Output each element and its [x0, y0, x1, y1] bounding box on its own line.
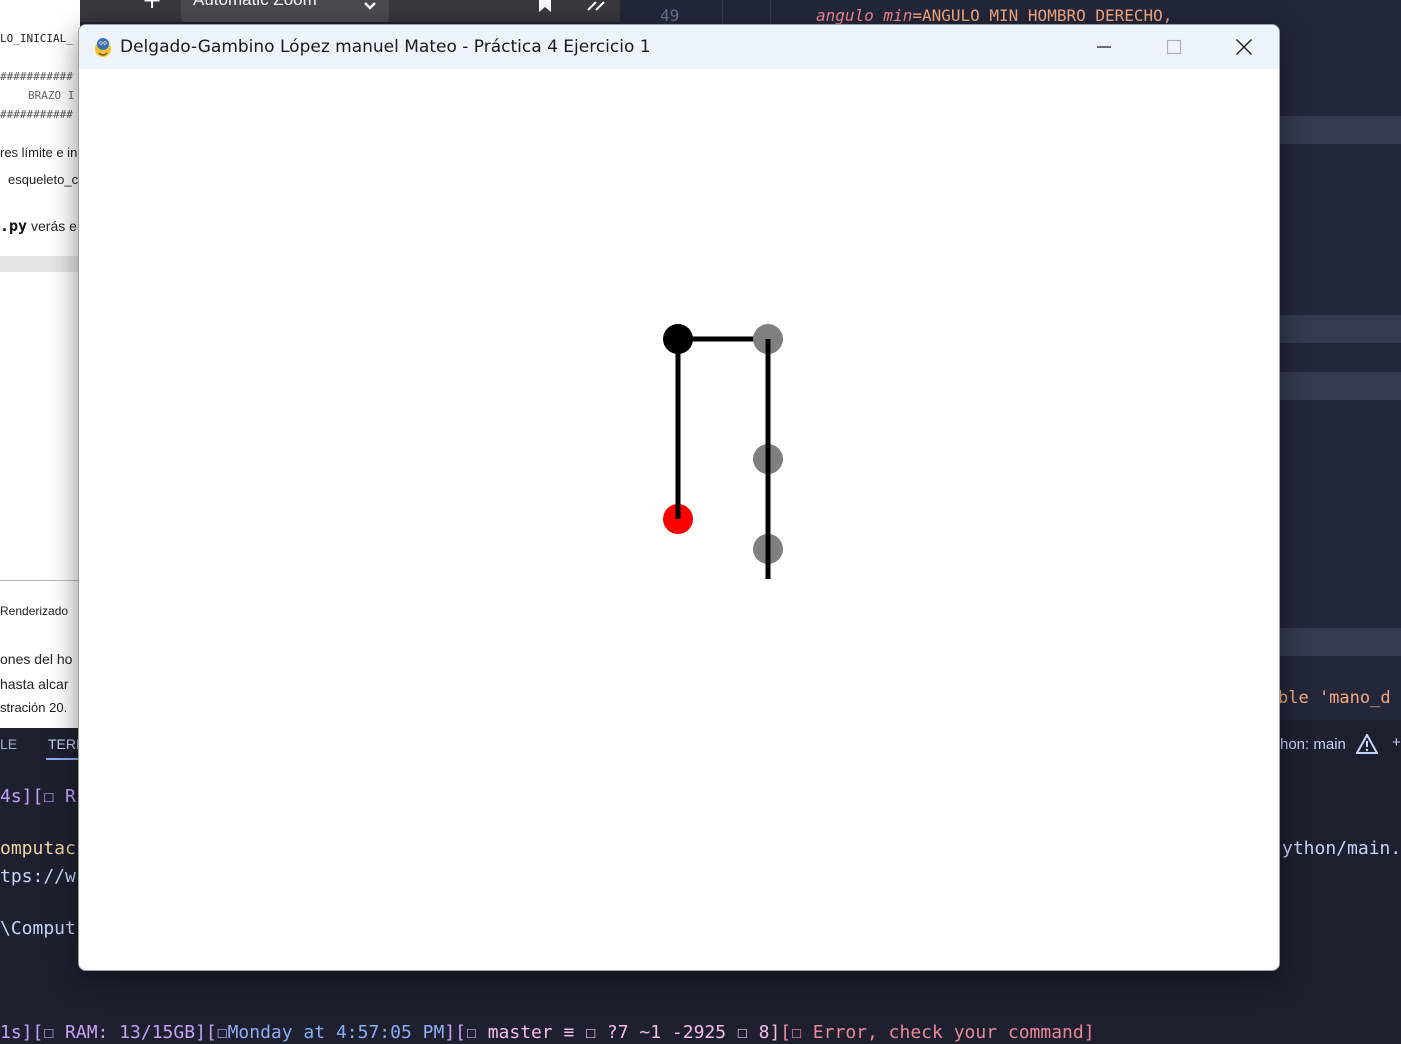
pdf-text-line: verás e	[31, 218, 77, 234]
indent-guide	[722, 0, 723, 26]
skeleton-drawing	[663, 324, 783, 579]
prompt-sep: ][☐	[444, 1022, 488, 1043]
terminal-line: tps://w	[0, 866, 76, 887]
new-terminal-icon[interactable]: +	[1392, 734, 1401, 751]
prompt-git-status: master ≡ ☐ ?7 ~1 -2925 ☐ 8]	[487, 1022, 781, 1043]
pdf-text-line: esqueleto_c	[8, 172, 79, 187]
pygame-canvas[interactable]	[79, 69, 1279, 970]
title-bar[interactable]: Delgado-Gambino López manuel Mateo - Prá…	[79, 25, 1279, 69]
close-icon	[1236, 39, 1252, 55]
more-tools-icon[interactable]	[586, 0, 608, 12]
error-lens-text: ble 'mano_d	[1278, 688, 1391, 708]
prompt-ram: 1s][☐ RAM: 13/15GB][☐	[0, 1022, 228, 1043]
code-line: angulo_min=ANGULO_MIN_HOMBRO_DERECHO,	[816, 6, 1172, 25]
active-tab-indicator	[46, 758, 80, 760]
tab-problems[interactable]: LE	[0, 736, 17, 752]
pdf-divider	[0, 256, 80, 272]
zoom-out-icon[interactable]: −	[102, 0, 122, 10]
close-button[interactable]	[1209, 25, 1279, 69]
pdf-text-line: BRAZO I	[28, 89, 75, 102]
warning-icon	[1355, 732, 1379, 754]
pdf-code-text: .py	[0, 217, 28, 235]
code-param: angulo_min	[816, 6, 913, 25]
minimize-button[interactable]	[1069, 25, 1139, 69]
terminal-prompt: 1s][☐ RAM: 13/15GB][☐Monday at 4:57:05 P…	[0, 1022, 1095, 1043]
pdf-text-line: hasta alcar	[0, 676, 69, 692]
window-title: Delgado-Gambino López manuel Mateo - Prá…	[120, 37, 651, 57]
pdf-text-line: LO_INICIAL_	[0, 32, 73, 45]
zoom-select-label: Automatic Zoom	[193, 0, 317, 9]
minimize-icon	[1097, 46, 1111, 48]
maximize-button[interactable]	[1139, 25, 1209, 69]
terminal-line: 4s][☐ R	[0, 786, 76, 807]
chevron-down-icon	[363, 0, 377, 16]
line-highlight	[1278, 628, 1401, 656]
line-highlight	[1278, 116, 1401, 144]
zoom-select[interactable]: Automatic Zoom	[181, 0, 389, 22]
indent-guide	[770, 0, 771, 26]
line-highlight	[1278, 372, 1401, 400]
line-number: 49	[660, 6, 680, 25]
bookmark-icon[interactable]	[538, 0, 552, 14]
prompt-error: [☐ Error, check your command]	[780, 1022, 1095, 1043]
terminal-line: omputac	[0, 838, 76, 859]
prompt-datetime: Monday at 4:57:05 PM	[227, 1022, 445, 1043]
pdf-divider	[0, 580, 80, 581]
line-highlight	[1278, 315, 1401, 343]
pdf-text-line: ones del ho	[0, 651, 73, 667]
pdf-text-line: stración 20.	[0, 700, 68, 715]
pygame-snake-icon	[91, 35, 115, 59]
maximize-icon	[1166, 39, 1182, 55]
pdf-text-line: ###########	[0, 70, 73, 83]
terminal-profile-label[interactable]: hon: main	[1280, 736, 1346, 753]
terminal-line: ython/main.p	[1282, 838, 1401, 859]
app-window: Delgado-Gambino López manuel Mateo - Prá…	[78, 24, 1280, 971]
pdf-caption: Renderizado	[0, 604, 69, 618]
zoom-in-icon[interactable]: +	[142, 0, 162, 12]
tab-terminal[interactable]: TERI	[48, 736, 80, 752]
pdf-text-line: res límite e ini	[0, 145, 80, 160]
terminal-line: \Comput	[0, 918, 76, 939]
pdf-page: LO_INICIAL_ ########### BRAZO I ########…	[0, 0, 80, 728]
code-value: =ANGULO_MIN_HOMBRO_DERECHO,	[912, 6, 1173, 25]
pdf-text-line: ###########	[0, 108, 73, 121]
